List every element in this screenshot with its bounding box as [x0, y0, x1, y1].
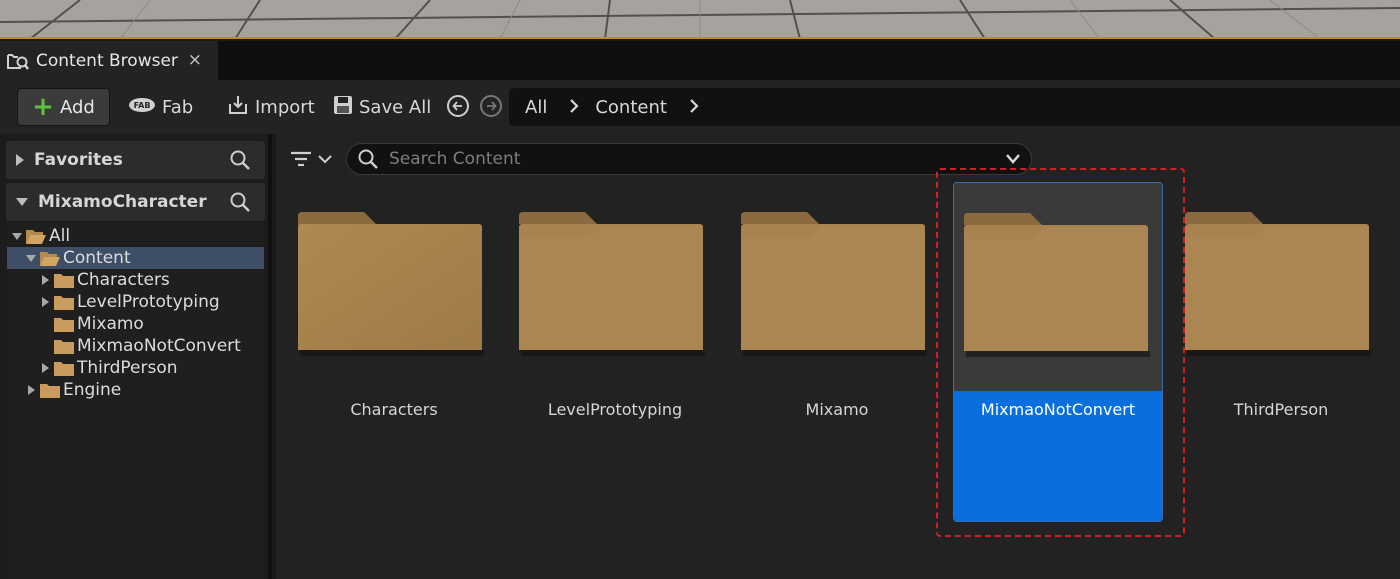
level-viewport[interactable]: [0, 0, 1400, 39]
toolbar: + Add FAB Fab Import Save All All Conten…: [0, 80, 1400, 134]
favorites-label: Favorites: [34, 150, 123, 170]
folder-icon: [40, 383, 60, 398]
plus-icon: +: [32, 92, 54, 122]
filter-icon: [291, 151, 311, 167]
forward-arrow-icon[interactable]: [480, 95, 502, 117]
import-button-label: Import: [255, 96, 315, 118]
chevron-right-icon[interactable]: [689, 98, 699, 117]
folder-icon: [54, 273, 74, 288]
caret-down-icon[interactable]: [25, 254, 37, 262]
folder-icon: [54, 361, 74, 376]
chevron-right-icon[interactable]: [569, 98, 579, 117]
add-button-label: Add: [59, 96, 95, 118]
caret-right-icon[interactable]: [39, 297, 51, 307]
folder-icon: [54, 339, 74, 354]
fab-button-label: Fab: [162, 96, 194, 118]
fab-icon: FAB: [128, 96, 156, 119]
folder-tile-thirdperson[interactable]: ThirdPerson: [1163, 182, 1373, 522]
search-icon[interactable]: [229, 149, 251, 171]
svg-text:FAB: FAB: [134, 101, 151, 110]
project-header[interactable]: MixamoCharacter: [6, 183, 265, 221]
caret-right-icon[interactable]: [39, 363, 51, 373]
tree-item-label: All: [49, 226, 71, 246]
tab-title: Content Browser: [36, 50, 178, 71]
folder-tile-mixamo[interactable]: Mixamo: [719, 182, 929, 522]
tree-item-levelprototyping[interactable]: LevelPrototyping: [7, 291, 264, 313]
tree-item-label: Engine: [63, 380, 122, 400]
search-box: [346, 143, 1032, 175]
caret-right-icon[interactable]: [39, 275, 51, 285]
fab-button[interactable]: FAB Fab: [128, 94, 193, 120]
caret-down-icon: [16, 198, 28, 206]
tree-item-label: Mixamo: [77, 314, 144, 334]
close-icon[interactable]: ×: [188, 50, 202, 70]
chevron-down-icon[interactable]: [1005, 152, 1021, 166]
folder-name: Mixamo: [805, 400, 869, 419]
import-button[interactable]: Import: [227, 94, 315, 120]
folder-icon: [54, 295, 74, 310]
favorites-header[interactable]: Favorites: [6, 141, 265, 179]
tree-item-mixmaonotconvert[interactable]: MixmaoNotConvert: [7, 335, 264, 357]
tab-bar: Content Browser ×: [0, 41, 1400, 80]
folder-tile-mixmaonotconvert[interactable]: MixmaoNotConvert: [953, 182, 1163, 522]
tree-item-thirdperson[interactable]: ThirdPerson: [7, 357, 264, 379]
folder-name: MixmaoNotConvert: [980, 400, 1136, 419]
open-folder-icon: [40, 251, 60, 266]
chevron-down-icon: [318, 155, 332, 164]
save-icon: [333, 95, 353, 120]
folder-name: Characters: [350, 400, 438, 419]
save-all-button[interactable]: Save All: [333, 94, 431, 120]
tree-item-label: Content: [63, 248, 131, 268]
breadcrumb-all[interactable]: All: [525, 97, 547, 118]
tree-item-content[interactable]: Content: [7, 247, 264, 269]
search-icon: [358, 149, 378, 169]
caret-right-icon: [16, 154, 24, 166]
back-arrow-icon[interactable]: [447, 95, 469, 117]
filter-button[interactable]: [290, 148, 336, 170]
tree-item-engine[interactable]: Engine: [7, 379, 264, 401]
tree-item-label: Characters: [77, 270, 170, 290]
folder-icon: [964, 213, 1150, 357]
caret-right-icon[interactable]: [25, 385, 37, 395]
folder-tile-levelprototyping[interactable]: LevelPrototyping: [497, 182, 707, 522]
asset-view: Characters LevelPrototyping Mixamo Mixma: [276, 134, 1400, 579]
caret-down-icon[interactable]: [11, 232, 23, 240]
tree-item-label: LevelPrototyping: [77, 292, 220, 312]
folder-icon: [1185, 212, 1371, 356]
folder-name: ThirdPerson: [1233, 400, 1329, 419]
tab-content-browser[interactable]: Content Browser ×: [0, 41, 218, 80]
sources-panel: Favorites MixamoCharacter All Content Ch…: [0, 134, 272, 579]
folder-icon: [741, 212, 927, 356]
project-label: MixamoCharacter: [38, 192, 207, 212]
import-icon: [227, 94, 249, 121]
add-button[interactable]: + Add: [17, 88, 110, 126]
tree-item-label: ThirdPerson: [77, 358, 178, 378]
save-all-button-label: Save All: [359, 96, 432, 118]
search-icon[interactable]: [229, 191, 251, 213]
folder-tile-characters[interactable]: Characters: [276, 182, 486, 522]
open-folder-icon: [26, 229, 46, 244]
folder-name: LevelPrototyping: [547, 400, 683, 419]
folder-icon: [54, 317, 74, 332]
folder-icon: [519, 212, 705, 356]
breadcrumb-content[interactable]: Content: [595, 97, 667, 118]
tree-item-all[interactable]: All: [7, 225, 264, 247]
content-browser-icon: [6, 49, 30, 73]
tree-item-characters[interactable]: Characters: [7, 269, 264, 291]
folder-tree: All Content Characters LevelPrototyping …: [7, 222, 264, 579]
folder-icon: [298, 212, 484, 356]
search-input[interactable]: [389, 149, 989, 169]
tree-item-label: MixmaoNotConvert: [77, 336, 241, 356]
breadcrumb: All Content: [509, 88, 1400, 126]
tree-item-mixamo[interactable]: Mixamo: [7, 313, 264, 335]
